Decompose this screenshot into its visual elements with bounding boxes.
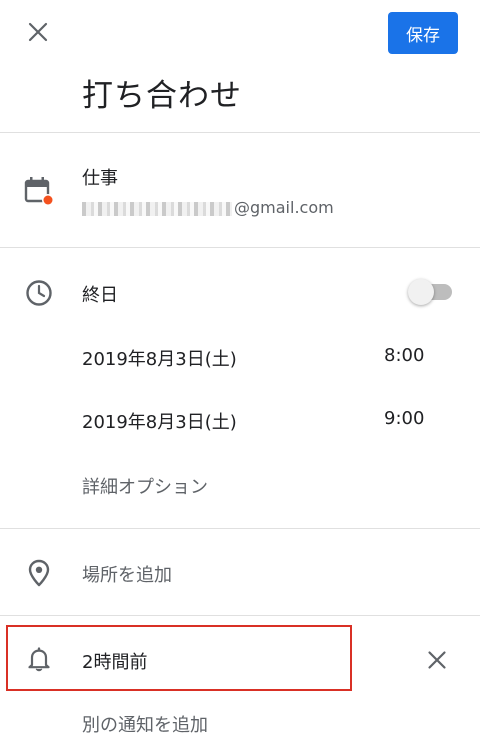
divider [0, 247, 480, 248]
divider [0, 132, 480, 133]
end-date[interactable]: 2019年8月3日(土) [82, 408, 237, 434]
remove-notification-icon[interactable] [427, 650, 447, 670]
add-location-field[interactable]: 場所を追加 [82, 561, 172, 587]
all-day-label: 終日 [82, 285, 118, 306]
redacted-text [82, 201, 232, 216]
notification-value[interactable]: 2時間前 [82, 648, 147, 674]
clock-icon [26, 280, 52, 306]
location-pin-icon [28, 559, 50, 587]
toggle-knob [408, 279, 434, 305]
calendar-icon [24, 177, 54, 206]
calendar-account-email: @gmail.com [82, 198, 334, 217]
close-icon[interactable] [27, 21, 49, 43]
start-time[interactable]: 8:00 [384, 345, 424, 366]
page-title[interactable]: 打ち合わせ [82, 70, 242, 115]
calendar-name: 仕事 [82, 168, 118, 189]
add-notification-link[interactable]: 別の通知を追加 [82, 711, 208, 737]
divider [0, 615, 480, 616]
save-button[interactable]: 保存 [388, 12, 458, 54]
highlight-box [6, 625, 352, 691]
more-options-link[interactable]: 詳細オプション [82, 473, 208, 499]
start-date[interactable]: 2019年8月3日(土) [82, 345, 237, 371]
divider [0, 528, 480, 529]
end-time[interactable]: 9:00 [384, 408, 424, 429]
bell-icon [28, 647, 50, 672]
